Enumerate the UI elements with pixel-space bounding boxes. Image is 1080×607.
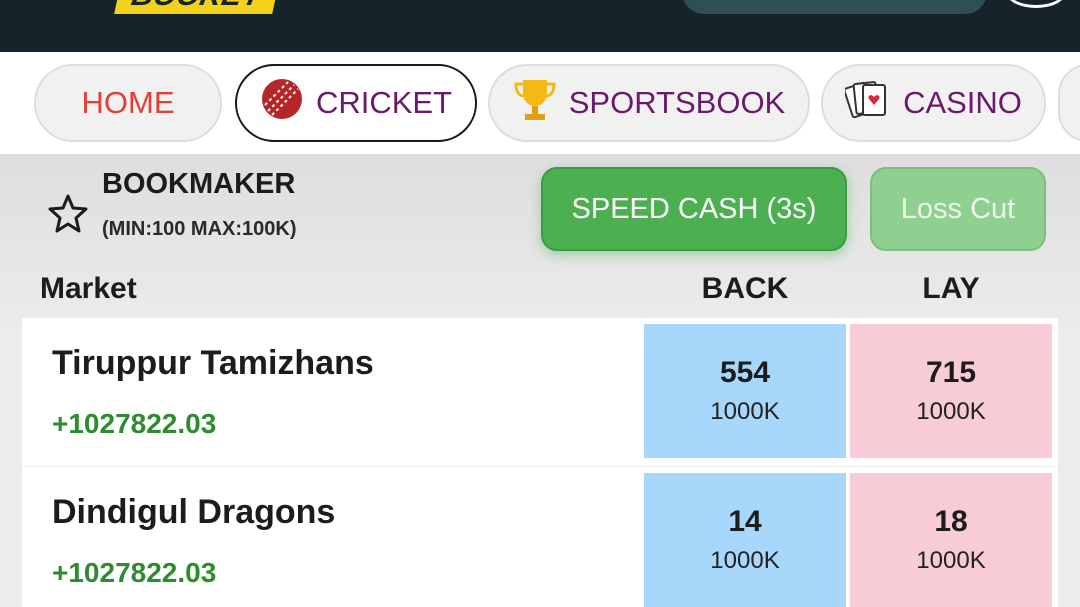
favorite-star-icon[interactable]	[44, 190, 92, 238]
profit-loss: +1027822.03	[52, 557, 217, 588]
profit-loss: +1027822.03	[52, 408, 217, 439]
nav-home-label: HOME	[81, 85, 175, 120]
nav-casino-button[interactable]: CASINO	[821, 64, 1046, 142]
back-price: 554	[719, 356, 771, 389]
sport-nav: HOME CRICKET SPORTSBOOK CASINO	[0, 52, 1080, 154]
speed-cash-button[interactable]: SPEED CASH (3s)	[541, 167, 847, 251]
bookmaker-title: BOOKMAKER	[102, 168, 296, 200]
nav-sportsbook-button[interactable]: SPORTSBOOK	[488, 64, 810, 142]
back-column-header: BACK	[701, 272, 789, 305]
market-column-header: Market	[40, 272, 137, 305]
table-row: Dindigul Dragons +1027822.03 14 1000K 18…	[22, 467, 1058, 607]
site-logo[interactable]: BOOKEY	[114, 0, 280, 14]
lay-price: 18	[934, 505, 968, 538]
trophy-icon	[513, 76, 557, 130]
cricket-ball-icon	[260, 77, 304, 129]
nav-sportsbook-label: SPORTSBOOK	[568, 85, 786, 120]
table-row: Tiruppur Tamizhans +1027822.03 554 1000K…	[22, 318, 1058, 466]
avatar[interactable]	[1006, 0, 1066, 8]
bookmaker-limits: (MIN:100 MAX:100K)	[102, 218, 297, 240]
nav-more-button[interactable]	[1058, 64, 1080, 142]
back-odds-button[interactable]: 14 1000K	[644, 473, 846, 607]
lay-odds-button[interactable]: 18 1000K	[850, 473, 1052, 607]
back-size: 1000K	[710, 547, 780, 574]
top-bar: BOOKEY	[0, 0, 1080, 52]
back-price: 14	[728, 505, 762, 538]
lay-odds-button[interactable]: 715 1000K	[850, 324, 1052, 458]
team-name: Tiruppur Tamizhans	[52, 344, 374, 382]
lay-column-header: LAY	[922, 272, 980, 305]
playing-cards-icon	[843, 77, 891, 129]
nav-cricket-button[interactable]: CRICKET	[235, 64, 477, 142]
nav-home-button[interactable]: HOME	[34, 64, 222, 142]
bookmaker-section: BOOKMAKER (MIN:100 MAX:100K) SPEED CASH …	[0, 154, 1080, 607]
nav-casino-label: CASINO	[903, 85, 1022, 120]
lay-price: 715	[925, 356, 977, 389]
loss-cut-button[interactable]: Loss Cut	[870, 167, 1046, 251]
lay-size: 1000K	[916, 398, 986, 425]
lay-size: 1000K	[916, 547, 986, 574]
nav-cricket-label: CRICKET	[315, 85, 453, 120]
back-odds-button[interactable]: 554 1000K	[644, 324, 846, 458]
search-bar[interactable]	[682, 0, 987, 14]
team-name: Dindigul Dragons	[52, 493, 336, 531]
back-size: 1000K	[710, 398, 780, 425]
